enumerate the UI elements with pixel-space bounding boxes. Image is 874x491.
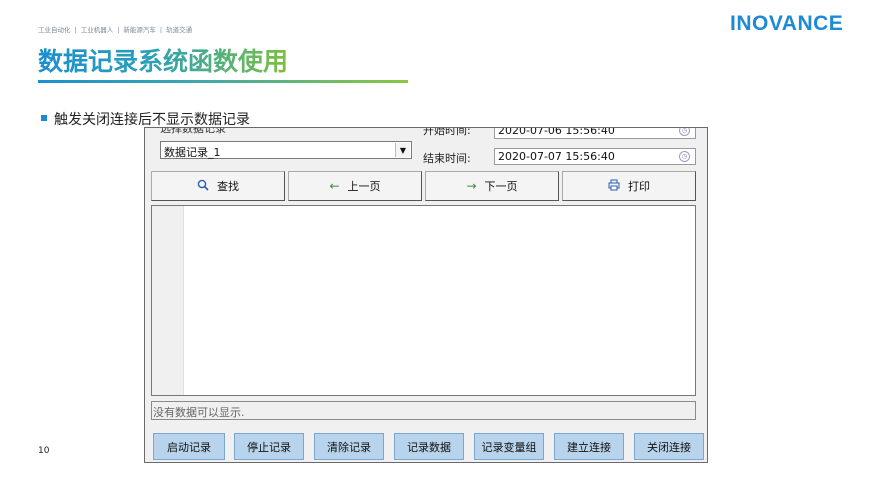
disconnect-button[interactable]: 关闭连接 <box>634 433 704 460</box>
page-number: 10 <box>38 446 50 456</box>
datalog-window: 选择数据记录 数据记录_1 ▼ 开始时间: 2020-07-06 15:56:4… <box>144 127 708 463</box>
grid-row-header <box>152 206 184 395</box>
record-variable-group-button[interactable]: 记录变量组 <box>474 433 544 460</box>
record-select-value: 数据记录_1 <box>164 146 221 159</box>
company-tagline: 工业自动化 | 工业机器人 | 新能源汽车 | 轨道交通 <box>38 26 193 34</box>
start-time-input[interactable]: 2020-07-06 15:56:40 ◷ <box>494 127 696 139</box>
print-button[interactable]: 打印 <box>562 171 696 201</box>
brand-logo: INOVANCE <box>730 12 844 35</box>
end-time-value: 2020-07-07 15:56:40 <box>498 150 615 163</box>
search-button[interactable]: 查找 <box>151 171 285 201</box>
bullet-square-icon <box>41 115 47 121</box>
record-select-dropdown[interactable]: 数据记录_1 ▼ <box>160 141 412 159</box>
record-data-button[interactable]: 记录数据 <box>394 433 464 460</box>
search-icon <box>197 179 209 194</box>
end-time-label: 结束时间: <box>423 152 471 165</box>
start-time-label: 开始时间: <box>423 127 471 137</box>
clock-icon[interactable]: ◷ <box>679 151 690 162</box>
arrow-left-icon: ← <box>329 179 340 193</box>
stop-record-button[interactable]: 停止记录 <box>234 433 304 460</box>
previous-page-button[interactable]: ← 上一页 <box>288 171 422 201</box>
start-time-value: 2020-07-06 15:56:40 <box>498 127 615 137</box>
next-page-button[interactable]: → 下一页 <box>425 171 559 201</box>
printer-icon <box>608 179 620 194</box>
connect-button[interactable]: 建立连接 <box>554 433 624 460</box>
clock-icon[interactable]: ◷ <box>679 128 690 136</box>
record-select-label: 选择数据记录 <box>160 127 226 135</box>
clear-record-button[interactable]: 清除记录 <box>314 433 384 460</box>
slide-title: 数据记录系统函数使用 <box>38 42 288 78</box>
bullet-point: 触发关闭连接后不显示数据记录 <box>41 109 250 129</box>
status-bar: 没有数据可以显示. <box>151 401 696 420</box>
start-record-button[interactable]: 启动记录 <box>153 433 225 460</box>
arrow-right-icon: → <box>466 179 477 193</box>
data-grid[interactable] <box>151 205 696 396</box>
title-underline <box>38 80 408 83</box>
dropdown-arrow-icon[interactable]: ▼ <box>395 143 410 157</box>
end-time-input[interactable]: 2020-07-07 15:56:40 ◷ <box>494 148 696 165</box>
